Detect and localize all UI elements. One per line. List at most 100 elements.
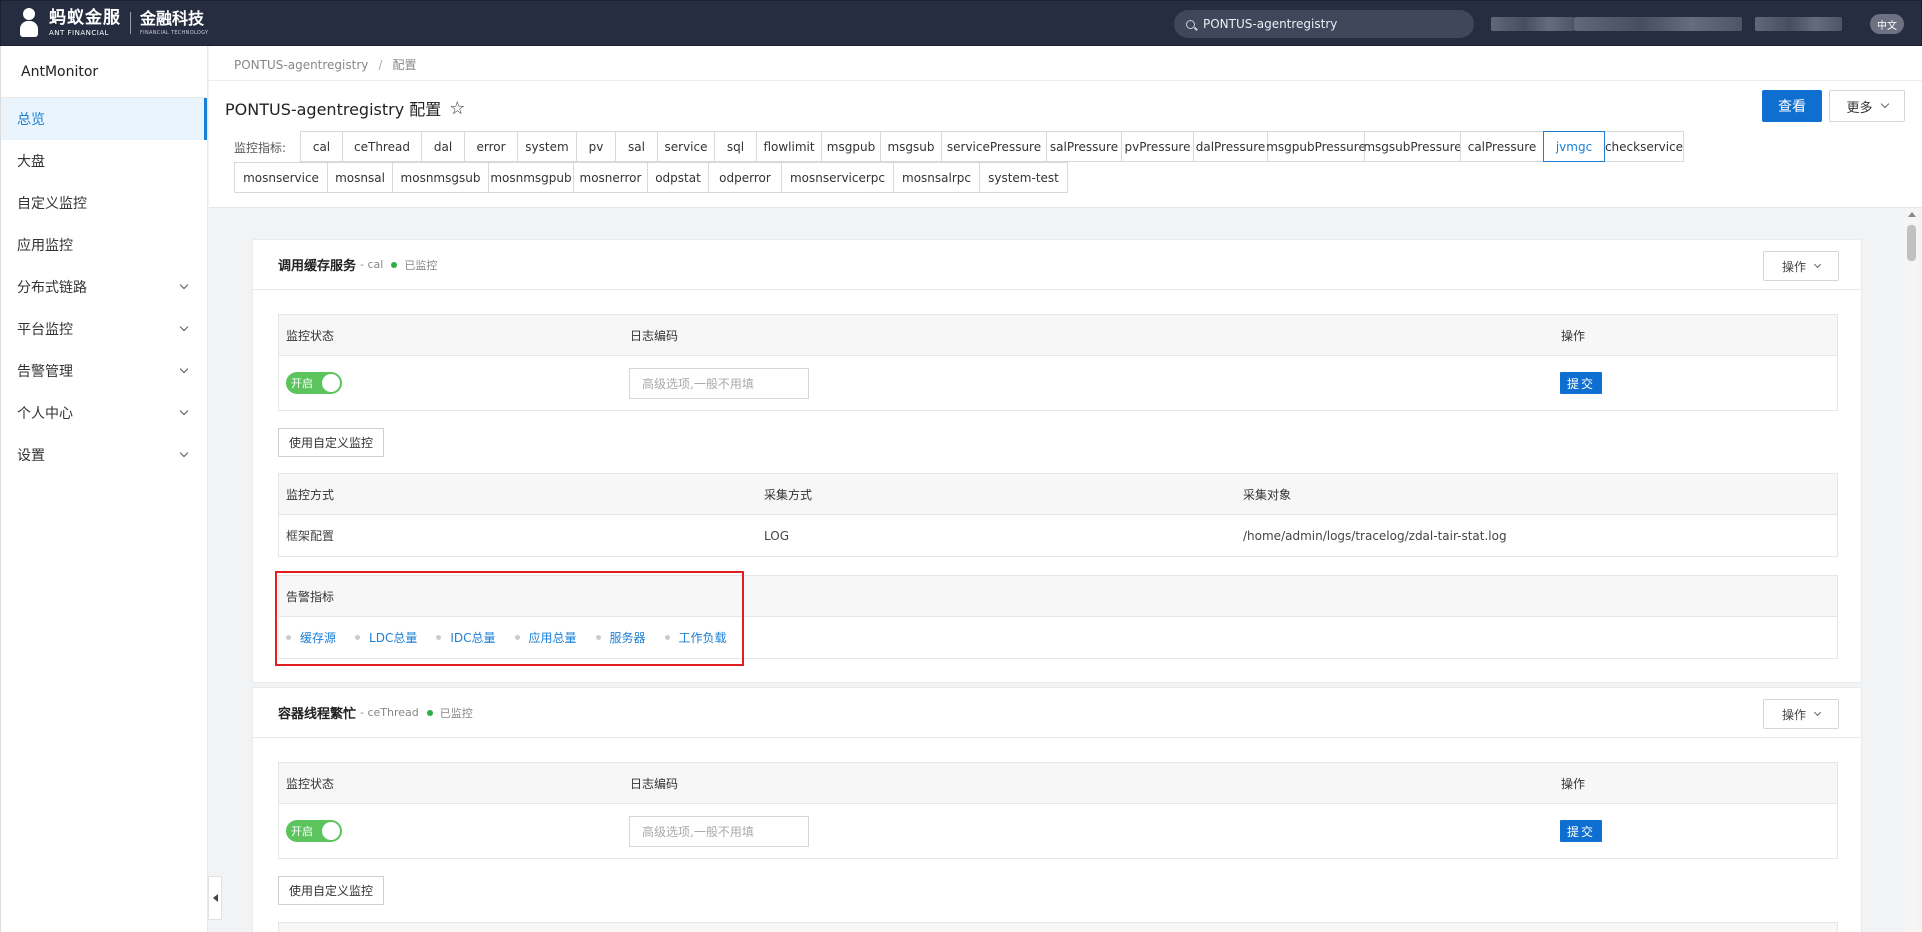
- monitor-toggle[interactable]: 开启: [286, 372, 342, 394]
- operation-dropdown-button[interactable]: 操作: [1763, 251, 1839, 281]
- tab-mosnservice[interactable]: mosnservice: [234, 162, 328, 193]
- tab-mosnsal[interactable]: mosnsal: [327, 162, 393, 193]
- breadcrumb-app-link[interactable]: PONTUS-agentregistry: [234, 58, 368, 72]
- operation-dropdown-button[interactable]: 操作: [1763, 699, 1839, 729]
- page-title-text: PONTUS-agentregistry 配置: [225, 100, 442, 119]
- top-bar: 蚂蚁金服 ANT FINANCIAL 金融科技 FINANCIAL TECHNO…: [0, 0, 1922, 46]
- sidebar-item-2[interactable]: 自定义监控: [1, 182, 207, 224]
- alarm-metric-link[interactable]: IDC总量: [436, 629, 495, 646]
- scroll-up-arrow-icon[interactable]: [1908, 212, 1916, 217]
- tab-service[interactable]: service: [657, 131, 715, 162]
- monitor-toggle[interactable]: 开启: [286, 820, 342, 842]
- tab-msgpub[interactable]: msgpub: [821, 131, 881, 162]
- alarm-table: 告警指标 缓存源 LDC总量 IDC总量 应用总量 服务器 工作负载: [278, 575, 1838, 659]
- breadcrumb-current: 配置: [392, 58, 417, 72]
- tab-mosnmsgsub[interactable]: mosnmsgsub: [392, 162, 489, 193]
- tab-dalPressure[interactable]: dalPressure: [1193, 131, 1268, 162]
- tab-pvPressure[interactable]: pvPressure: [1121, 131, 1194, 162]
- use-custom-monitor-button[interactable]: 使用自定义监控: [278, 876, 384, 905]
- tab-calPressure[interactable]: calPressure: [1460, 131, 1544, 162]
- log-code-input[interactable]: 高级选项,一般不用填: [629, 367, 809, 399]
- sidebar-item-7[interactable]: 个人中心: [1, 392, 207, 434]
- global-search-input[interactable]: PONTUS-agentregistry: [1174, 10, 1474, 38]
- blurred-user-info: [1491, 17, 1574, 31]
- breadcrumb: PONTUS-agentregistry / 配置: [234, 56, 416, 73]
- metric-tabs-row-2: mosnservice mosnsal mosnmsgsub mosnmsgpub mo…: [234, 162, 1068, 193]
- sidebar-item-label: 应用监控: [17, 238, 73, 254]
- tab-ceThread[interactable]: ceThread: [342, 131, 422, 162]
- search-value: PONTUS-agentregistry: [1203, 17, 1338, 31]
- tab-jvmgc[interactable]: jvmgc: [1543, 131, 1605, 162]
- language-switch[interactable]: 中文: [1870, 14, 1904, 34]
- tab-mosnmsgpub[interactable]: mosnmsgpub: [488, 162, 574, 193]
- sidebar-title: AntMonitor: [1, 46, 207, 98]
- scrollbar-thumb[interactable]: [1907, 225, 1916, 261]
- tab-msgpubPressure[interactable]: msgpubPressure: [1266, 131, 1366, 162]
- method-table-header: 监控方式 采集方式 采集对象: [279, 474, 1837, 515]
- logo-sub-en-text: FINANCIAL TECHNOLOGY: [140, 29, 209, 36]
- tab-dal[interactable]: dal: [421, 131, 465, 162]
- tab-mosnsalrpc[interactable]: mosnsalrpc: [893, 162, 980, 193]
- more-dropdown-button[interactable]: 更多: [1829, 90, 1905, 122]
- page-header: PONTUS-agentregistry / 配置 PONTUS-agentregi…: [209, 46, 1922, 208]
- scrollbar-track[interactable]: [1904, 209, 1918, 932]
- logo-en-text: ANT FINANCIAL: [49, 28, 110, 37]
- tab-msgsub[interactable]: msgsub: [880, 131, 942, 162]
- alarm-metric-link[interactable]: 缓存源: [286, 629, 336, 646]
- sidebar-item-1[interactable]: 大盘: [1, 140, 207, 182]
- submit-button[interactable]: 提交: [1560, 372, 1602, 394]
- tab-mosnservicerpc[interactable]: mosnservicerpc: [781, 162, 894, 193]
- sidebar-item-5[interactable]: 平台监控: [1, 308, 207, 350]
- tab-error[interactable]: error: [464, 131, 518, 162]
- col-collect-target: 采集对象: [1243, 487, 1292, 502]
- tab-odperror[interactable]: odperror: [708, 162, 782, 193]
- chevron-down-icon: [179, 364, 189, 374]
- logo-divider: [130, 12, 131, 34]
- sidebar-item-label: 大盘: [17, 154, 45, 170]
- tab-msgsubPressure[interactable]: msgsubPressure: [1363, 131, 1462, 162]
- tab-system-test[interactable]: system-test: [979, 162, 1068, 193]
- status-dot-icon: [391, 261, 398, 268]
- sidebar-item-6[interactable]: 告警管理: [1, 350, 207, 392]
- submit-button[interactable]: 提交: [1560, 820, 1602, 842]
- table-row: 框架配置 LOG /home/admin/logs/tracelog/zdal-…: [279, 515, 1837, 556]
- tab-salPressure[interactable]: salPressure: [1046, 131, 1122, 162]
- logo-cn-text: 蚂蚁金服: [49, 7, 121, 28]
- sidebar-item-3[interactable]: 应用监控: [1, 224, 207, 266]
- tab-pv[interactable]: pv: [576, 131, 616, 162]
- status-dot-icon: [426, 709, 433, 716]
- sidebar: AntMonitor 总览大盘自定义监控应用监控分布式链路平台监控 告警管理 个人中…: [0, 46, 208, 932]
- col-collect-method: 采集方式: [764, 487, 813, 502]
- sidebar-item-8[interactable]: 设置: [1, 434, 207, 476]
- chevron-down-icon: [179, 406, 189, 416]
- status-table: 监控状态 日志编码 操作 开启 高级选项,一般不用填 提交: [278, 762, 1838, 859]
- chevron-down-icon: [1813, 260, 1822, 269]
- tab-mosnerror[interactable]: mosnerror: [573, 162, 648, 193]
- alarm-metric-link[interactable]: 应用总量: [515, 629, 577, 646]
- metrics-label: 监控指标:: [234, 141, 287, 155]
- card-header: 调用缓存服务 - cal 已监控 操作: [253, 240, 1861, 290]
- use-custom-monitor-button[interactable]: 使用自定义监控: [278, 428, 384, 457]
- alarm-metric-link[interactable]: LDC总量: [355, 629, 417, 646]
- tab-sal[interactable]: sal: [615, 131, 658, 162]
- sidebar-item-label: 分布式链路: [17, 280, 87, 296]
- alarm-links: 缓存源 LDC总量 IDC总量 应用总量 服务器 工作负载: [286, 617, 746, 658]
- tab-sql[interactable]: sql: [714, 131, 757, 162]
- tab-odpstat[interactable]: odpstat: [647, 162, 709, 193]
- alarm-metric-link[interactable]: 服务器: [596, 629, 646, 646]
- sidebar-item-4[interactable]: 分布式链路: [1, 266, 207, 308]
- tab-servicePressure[interactable]: servicePressure: [941, 131, 1047, 162]
- alarm-metric-link[interactable]: 工作负载: [665, 629, 727, 646]
- ant-logo-icon: [17, 8, 43, 38]
- star-icon[interactable]: ☆: [449, 98, 465, 119]
- sidebar-item-0[interactable]: 总览: [1, 98, 207, 140]
- tab-flowlimit[interactable]: flowlimit: [756, 131, 822, 162]
- method-value: 框架配置: [286, 529, 335, 543]
- brand-logo[interactable]: 蚂蚁金服 ANT FINANCIAL 金融科技 FINANCIAL TECHNO…: [1, 0, 208, 46]
- view-button[interactable]: 查看: [1762, 90, 1822, 122]
- tab-checkservice[interactable]: checkservice: [1604, 131, 1684, 162]
- table-row: 缓存源 LDC总量 IDC总量 应用总量 服务器 工作负载: [279, 617, 1837, 658]
- tab-system[interactable]: system: [517, 131, 577, 162]
- log-code-input[interactable]: 高级选项,一般不用填: [629, 815, 809, 847]
- tab-cal[interactable]: cal: [300, 131, 343, 162]
